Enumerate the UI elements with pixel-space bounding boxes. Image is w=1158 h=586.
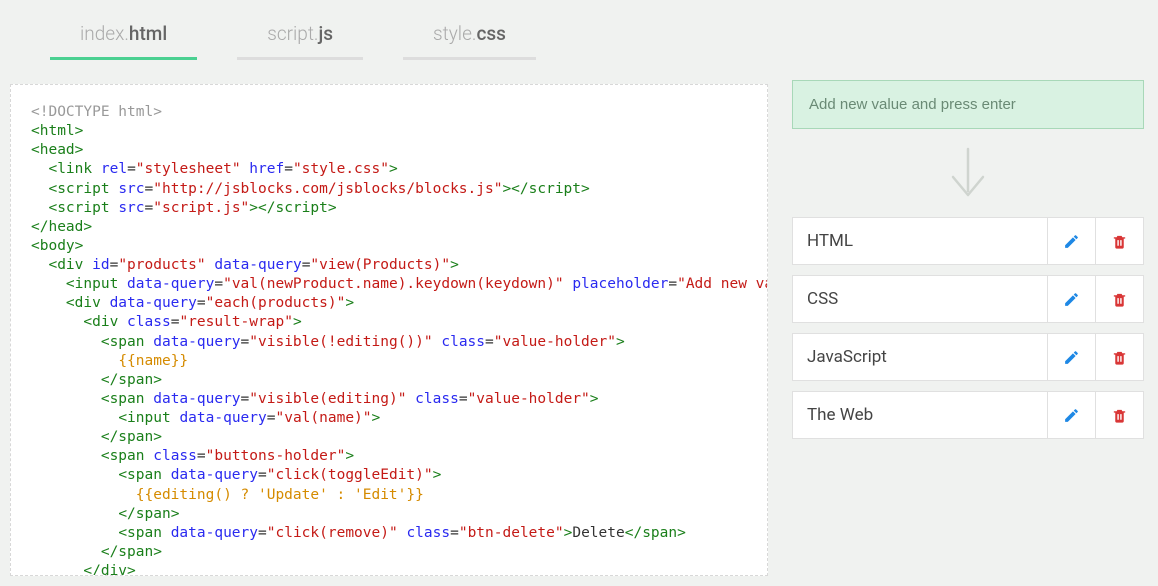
delete-button[interactable] [1095, 218, 1143, 264]
code-line: <!DOCTYPE html> [31, 104, 162, 120]
code-token: Add new valu [686, 276, 768, 292]
trash-icon [1111, 291, 1128, 308]
code-token: http://jsblocks.com/jsblocks/blocks.js [162, 181, 494, 197]
tab-label-light: style. [433, 22, 476, 45]
trash-icon [1111, 407, 1128, 424]
tab-label-bold: js [318, 22, 333, 45]
edit-button[interactable] [1047, 276, 1095, 322]
arrow-indicator [792, 129, 1144, 217]
pencil-icon [1063, 233, 1080, 250]
code-token: val(name) [284, 410, 363, 426]
edit-button[interactable] [1047, 392, 1095, 438]
edit-button[interactable] [1047, 334, 1095, 380]
delete-button[interactable] [1095, 392, 1143, 438]
list-item-label: JavaScript [793, 334, 1047, 380]
code-token: click(remove) [275, 525, 389, 541]
trash-icon [1111, 233, 1128, 250]
tab-label-bold: html [129, 22, 167, 45]
code-token: view(Products) [319, 257, 441, 273]
code-token: val(newProduct.name).keydown(keydown) [232, 276, 555, 292]
pencil-icon [1063, 349, 1080, 366]
list-item: HTML [792, 217, 1144, 265]
editor-panel: index.html script.js style.css <!DOCTYPE… [0, 0, 778, 586]
delete-button[interactable] [1095, 276, 1143, 322]
code-token: visible(!editing()) [258, 334, 424, 350]
tab-script-js[interactable]: script.js [237, 0, 363, 60]
value-list: HTML CSS JavaScript [792, 217, 1144, 439]
code-editor[interactable]: <!DOCTYPE html> <html> <head> <link rel=… [10, 84, 768, 576]
preview-panel: HTML CSS JavaScript [778, 0, 1158, 586]
code-token: {{editing() ? 'Update' : 'Edit'}} [136, 487, 424, 503]
code-token: click(toggleEdit) [275, 467, 423, 483]
edit-button[interactable] [1047, 218, 1095, 264]
list-item: JavaScript [792, 333, 1144, 381]
trash-icon [1111, 349, 1128, 366]
list-item-label: The Web [793, 392, 1047, 438]
delete-button[interactable] [1095, 334, 1143, 380]
tab-index-html[interactable]: index.html [50, 0, 197, 60]
add-value-input[interactable] [792, 80, 1144, 129]
code-token: {{name}} [118, 353, 188, 369]
tab-style-css[interactable]: style.css [403, 0, 536, 60]
list-item-label: HTML [793, 218, 1047, 264]
tab-label-light: index. [80, 22, 129, 45]
file-tabs: index.html script.js style.css [10, 0, 768, 60]
pencil-icon [1063, 291, 1080, 308]
list-item-label: CSS [793, 276, 1047, 322]
tab-label-bold: css [476, 22, 505, 45]
code-token: visible(editing) [258, 391, 398, 407]
pencil-icon [1063, 407, 1080, 424]
list-item: CSS [792, 275, 1144, 323]
code-token: each(products) [214, 295, 336, 311]
tab-label-light: script. [267, 22, 318, 45]
arrow-down-icon [947, 147, 989, 199]
list-item: The Web [792, 391, 1144, 439]
